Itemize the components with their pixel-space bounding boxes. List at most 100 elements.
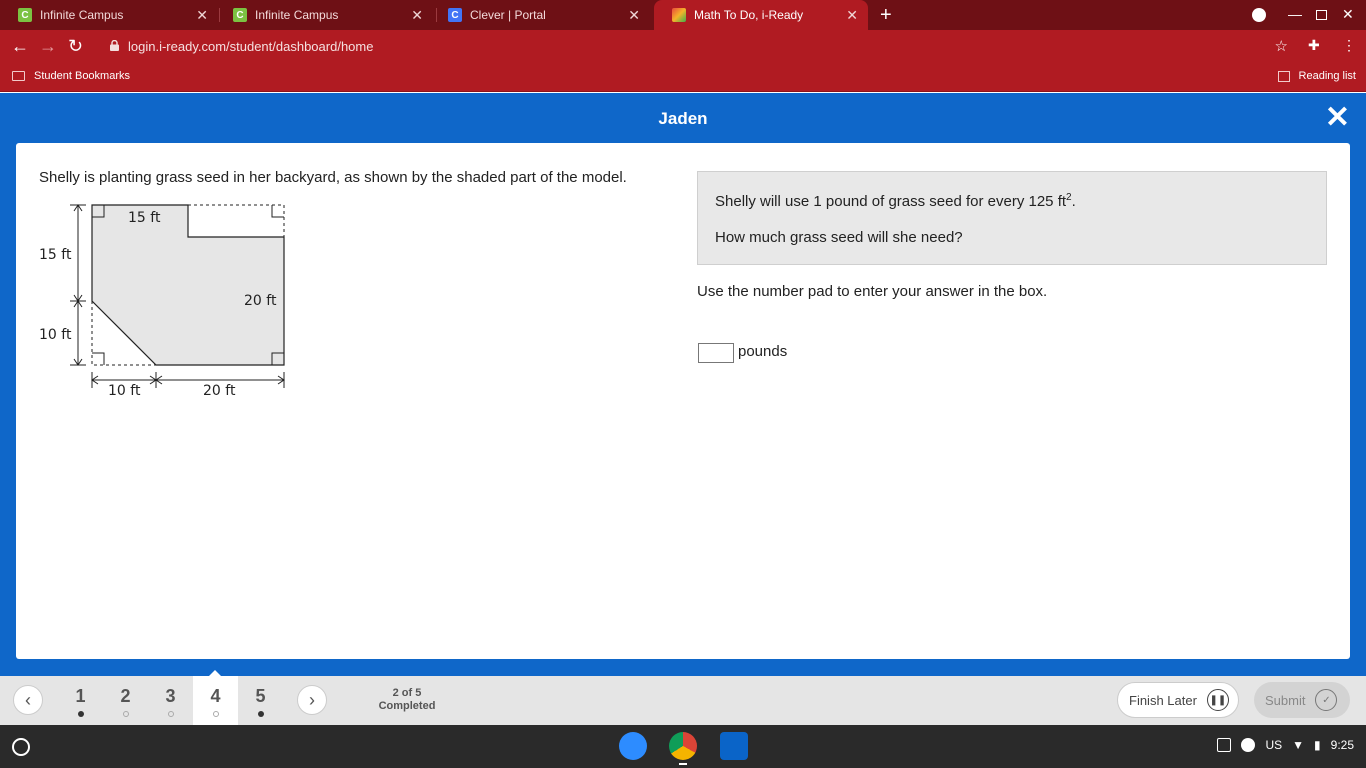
tab-infinite-campus-2[interactable]: C Infinite Campus ✕ xyxy=(215,0,433,30)
close-tab-icon[interactable]: ✕ xyxy=(196,7,208,24)
tab-title: Infinite Campus xyxy=(255,8,339,22)
finish-later-label: Finish Later xyxy=(1129,692,1197,708)
backyard-model-figure: 15 ft 15 ft 10 ft 20 ft 10 ft 20 ft xyxy=(39,204,285,395)
question-navigation-bar: ‹ 1 2 3 4 5 › 2 of 5 Completed Finish La… xyxy=(0,670,1366,725)
info-rate-text: Shelly will use 1 pound of grass seed fo… xyxy=(715,192,1076,210)
pause-icon: ❚❚ xyxy=(1206,689,1229,711)
dashed-top-right-edge xyxy=(188,204,285,237)
finish-later-button[interactable]: Finish Later ❚❚ xyxy=(1117,682,1239,718)
label-bottom-right-width: 20 ft xyxy=(203,383,236,395)
info-question-text: How much grass seed will she need? xyxy=(715,229,963,246)
tab-clever-portal[interactable]: C Clever | Portal ✕ xyxy=(430,0,650,30)
reading-list-button[interactable]: Reading list xyxy=(1277,70,1356,82)
clever-favicon-icon: C xyxy=(448,8,462,22)
browser-toolbar: ← → ↻ login.i-ready.com/student/dashboar… xyxy=(0,30,1366,63)
extensions-puzzle-icon[interactable]: ✚ xyxy=(1308,37,1320,54)
tab-infinite-campus-1[interactable]: C Infinite Campus ✕ xyxy=(0,0,218,30)
new-tab-plus-icon[interactable]: + xyxy=(880,5,892,25)
infinite-campus-favicon-icon: C xyxy=(18,8,32,22)
battery-icon: ▮ xyxy=(1314,738,1321,752)
infinite-campus-favicon-icon: C xyxy=(233,8,247,22)
reading-list-label: Reading list xyxy=(1298,70,1356,82)
submit-button[interactable]: Submit ✓ xyxy=(1254,682,1350,718)
iready-cube-favicon-icon xyxy=(672,8,686,22)
tab-strip: C Infinite Campus ✕ C Infinite Campus ✕ … xyxy=(0,0,1366,30)
active-app-indicator xyxy=(679,763,687,765)
question-number: 3 xyxy=(165,686,176,706)
update-icon[interactable] xyxy=(1241,738,1256,752)
browser-menu-icon[interactable]: ⋮ xyxy=(1342,37,1356,54)
chrome-app-icon[interactable] xyxy=(669,732,697,760)
zoom-app-icon[interactable] xyxy=(619,732,647,760)
wifi-icon: ▼ xyxy=(1292,738,1305,752)
question-nav-2[interactable]: 2 xyxy=(103,676,148,725)
info-rate-period: . xyxy=(1071,193,1076,210)
restore-window-icon[interactable] xyxy=(1316,10,1327,20)
bookmark-folder-label: Student Bookmarks xyxy=(34,70,130,82)
forward-arrow-icon[interactable]: → xyxy=(39,36,57,56)
holding-space-icon[interactable] xyxy=(1217,738,1232,752)
checkmark-icon: ✓ xyxy=(1315,689,1338,711)
outlook-app-icon[interactable] xyxy=(720,732,748,760)
bookmark-folder-student-bookmarks[interactable]: Student Bookmarks xyxy=(12,70,130,82)
label-left-lower-height: 10 ft xyxy=(39,327,72,343)
folder-icon xyxy=(12,71,25,81)
question-card: Shelly is planting grass seed in her bac… xyxy=(16,143,1350,659)
bookmarks-bar: Student Bookmarks Reading list xyxy=(0,63,1366,92)
tab-title: Clever | Portal xyxy=(470,8,546,22)
progress-label: Completed xyxy=(378,700,436,712)
question-number: 5 xyxy=(255,686,266,706)
lock-icon xyxy=(110,40,119,51)
progress-status: 2 of 5 Completed xyxy=(372,687,442,713)
shaded-grass-region xyxy=(91,204,285,366)
system-tray[interactable]: US ▼ ▮ 9:25 xyxy=(1217,738,1354,752)
question-number: 2 xyxy=(120,686,131,706)
bookmark-star-icon[interactable]: ☆ xyxy=(1275,37,1288,55)
tab-search-icon[interactable] xyxy=(1252,8,1266,22)
label-bottom-left-width: 10 ft xyxy=(108,383,141,395)
question-nav-3[interactable]: 3 xyxy=(148,676,193,725)
unanswered-dot-icon xyxy=(167,711,174,717)
label-top-width: 15 ft xyxy=(128,210,161,226)
close-tab-icon[interactable]: ✕ xyxy=(846,7,858,24)
launcher-icon[interactable] xyxy=(12,738,30,756)
close-lesson-icon[interactable]: ✕ xyxy=(1325,103,1350,133)
answer-unit-label: pounds xyxy=(738,343,788,360)
reload-icon[interactable]: ↻ xyxy=(68,36,83,56)
question-number: 4 xyxy=(210,686,221,706)
question-nav-1[interactable]: 1 xyxy=(58,676,103,725)
keyboard-locale[interactable]: US xyxy=(1265,738,1282,752)
unanswered-dot-icon xyxy=(122,711,129,717)
tab-title: Infinite Campus xyxy=(40,8,124,22)
back-arrow-icon[interactable]: ← xyxy=(11,36,29,56)
question-nav-5[interactable]: 5 xyxy=(238,676,283,725)
right-angle-mark xyxy=(271,205,284,218)
question-number: 1 xyxy=(75,686,86,706)
info-rate-main: Shelly will use 1 pound of grass seed fo… xyxy=(715,193,1067,210)
question-nav-4-current[interactable]: 4 xyxy=(193,670,238,725)
progress-count: 2 of 5 xyxy=(392,687,422,699)
answer-instructions: Use the number pad to enter your answer … xyxy=(697,283,1048,300)
tab-iready-active[interactable]: Math To Do, i-Ready ✕ xyxy=(654,0,868,30)
tab-title: Math To Do, i-Ready xyxy=(694,8,804,22)
label-right-height: 20 ft xyxy=(244,293,277,309)
unanswered-dot-icon xyxy=(212,711,219,717)
address-bar[interactable]: login.i-ready.com/student/dashboard/home… xyxy=(100,33,1300,60)
right-angle-mark xyxy=(92,352,105,365)
close-tab-icon[interactable]: ✕ xyxy=(628,7,640,24)
clock-time[interactable]: 9:25 xyxy=(1331,738,1354,752)
close-window-icon[interactable]: ✕ xyxy=(1342,6,1354,23)
next-question-chevron-icon[interactable]: › xyxy=(297,685,327,715)
previous-question-chevron-icon[interactable]: ‹ xyxy=(13,685,43,715)
student-name-title: Jaden xyxy=(658,109,708,128)
label-left-upper-height: 15 ft xyxy=(39,247,72,263)
url-text[interactable]: login.i-ready.com/student/dashboard/home xyxy=(128,39,373,54)
iready-lesson-area: Jaden ✕ Shelly is planting grass seed in… xyxy=(0,93,1366,676)
answered-dot-icon xyxy=(257,711,264,717)
submit-label: Submit xyxy=(1265,692,1306,708)
info-box: Shelly will use 1 pound of grass seed fo… xyxy=(697,171,1327,265)
close-tab-icon[interactable]: ✕ xyxy=(411,7,423,24)
answer-input-box[interactable] xyxy=(698,343,734,363)
answered-dot-icon xyxy=(77,711,84,717)
minimize-icon[interactable]: — xyxy=(1288,6,1302,22)
